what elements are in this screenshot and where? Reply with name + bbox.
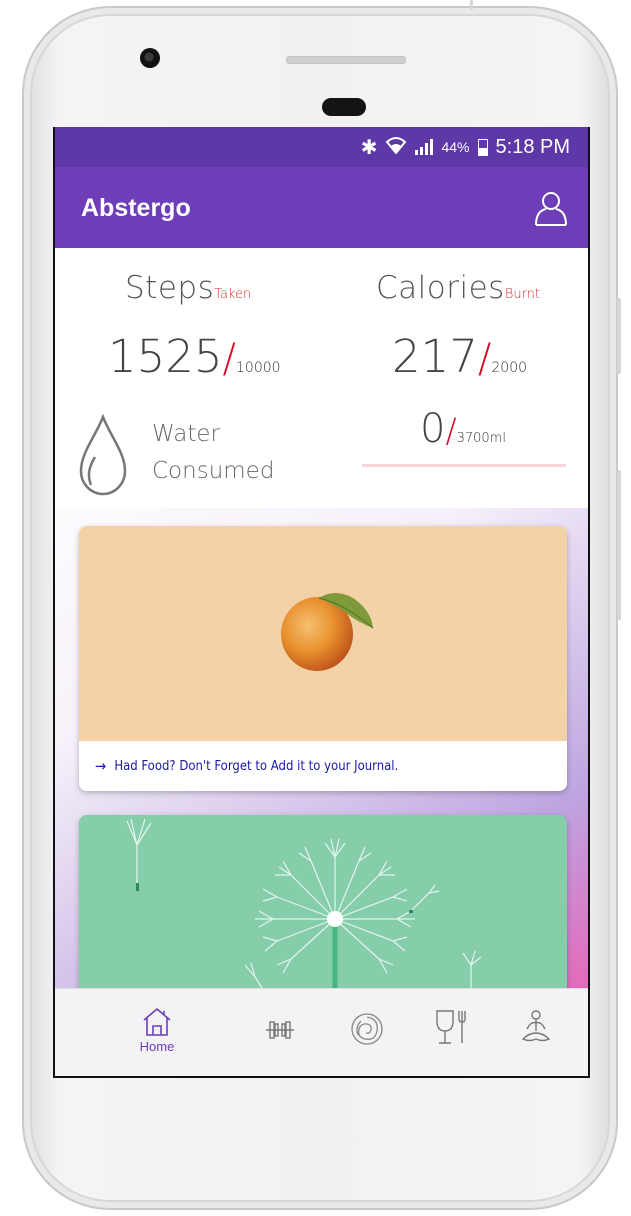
top-notch-mark <box>470 0 473 10</box>
calories-value: 217/2000 <box>392 330 528 383</box>
peach-image <box>79 526 567 741</box>
app-bar: Abstergo <box>55 167 588 248</box>
water-value[interactable]: 0/3700ml <box>420 406 506 452</box>
nav-home[interactable]: Home <box>127 999 187 1069</box>
nav-mindfulness[interactable] <box>337 999 397 1069</box>
steps-label: StepsTaken <box>125 270 252 306</box>
water-goal: 3700ml <box>456 431 506 446</box>
calories-sublabel: Burnt <box>504 287 541 302</box>
food-glass-icon <box>436 1010 466 1044</box>
bottom-navigation: Home <box>55 988 588 1076</box>
nav-yoga[interactable] <box>506 999 566 1069</box>
dumbbell-icon <box>266 1021 294 1039</box>
food-card-caption[interactable]: → Had Food? Don't Forget to Add it to yo… <box>79 741 567 791</box>
power-button <box>617 470 621 620</box>
dandelion-image <box>126 818 482 1015</box>
nav-diet[interactable] <box>421 999 481 1069</box>
status-time: 5:18 PM <box>495 135 570 158</box>
earpiece-speaker <box>286 56 406 64</box>
stats-panel: StepsTaken CaloriesBurnt 1525/10000 217/… <box>55 248 588 508</box>
battery-percent: 44% <box>441 139 470 155</box>
calories-label: CaloriesBurnt <box>376 270 541 306</box>
water-drop-icon <box>79 413 127 496</box>
nav-workout[interactable] <box>250 999 310 1069</box>
steps-value: 1525/10000 <box>108 330 281 383</box>
steps-sublabel: Taken <box>214 287 252 302</box>
water-input-underline <box>362 464 566 467</box>
meditation-card[interactable] <box>79 815 567 1015</box>
proximity-sensor <box>322 98 366 116</box>
profile-icon[interactable] <box>532 189 570 227</box>
nav-home-label: Home <box>139 1039 175 1054</box>
volume-button <box>617 298 621 374</box>
arrow-right-icon: → <box>95 757 107 775</box>
status-bar: ✱ 44% 5:18 PM <box>55 127 588 167</box>
food-card-caption-text: Had Food? Don't Forget to Add it to your… <box>114 758 399 774</box>
meditation-icon <box>521 1010 551 1042</box>
steps-goal: 10000 <box>236 360 281 376</box>
app-title: Abstergo <box>81 194 191 222</box>
wifi-icon <box>385 136 407 159</box>
food-journal-card[interactable]: → Had Food? Don't Forget to Add it to yo… <box>79 526 567 791</box>
bluetooth-icon: ✱ <box>360 136 378 159</box>
calories-goal: 2000 <box>491 360 528 376</box>
home-icon <box>143 1007 171 1036</box>
front-camera <box>140 48 160 68</box>
swirl-icon <box>351 1013 383 1045</box>
battery-icon <box>477 138 488 156</box>
phone-screen: ✱ 44% 5:18 PM Abstergo StepsTaken Calori… <box>53 127 590 1078</box>
signal-icon <box>415 139 434 155</box>
water-label: Water Consumed <box>152 421 275 484</box>
